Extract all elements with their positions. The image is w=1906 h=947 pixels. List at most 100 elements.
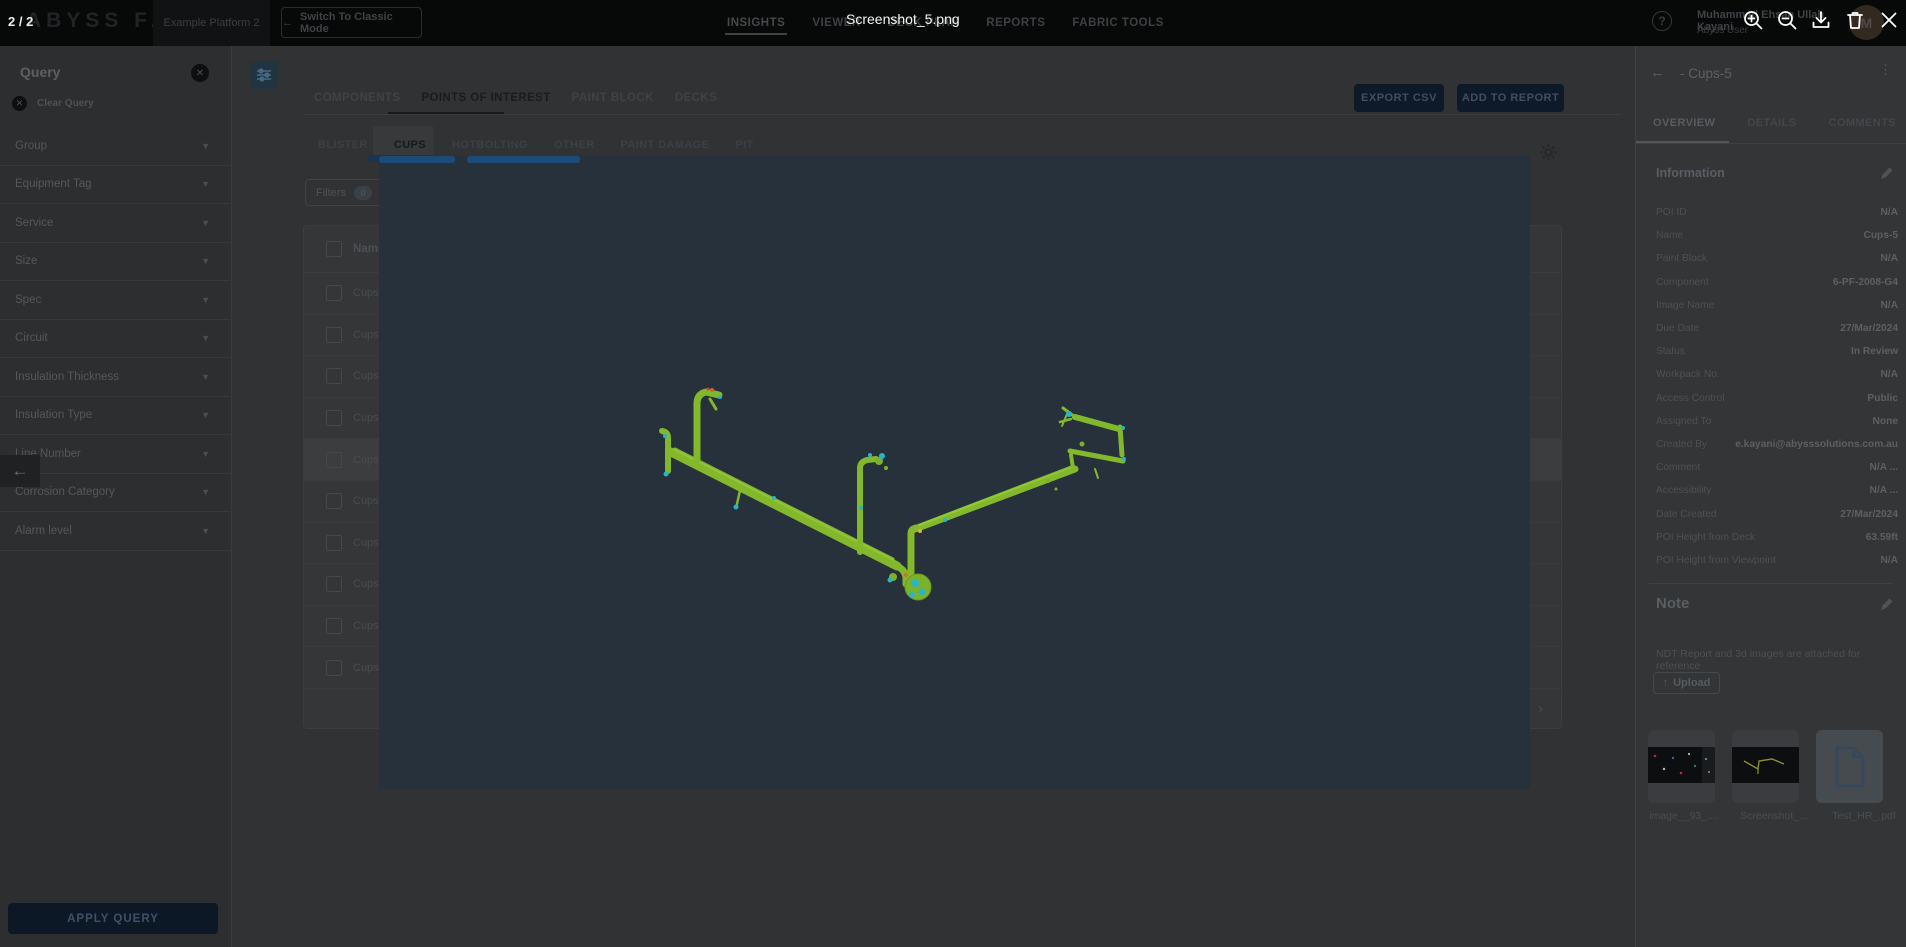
info-row: CommentN/A ... bbox=[1656, 456, 1898, 479]
row-checkbox[interactable] bbox=[326, 285, 342, 301]
tab-components[interactable]: COMPONENTS bbox=[314, 92, 400, 104]
close-query-icon[interactable]: ✕ bbox=[191, 64, 209, 82]
nav-tab-fabric-tools[interactable]: FABRIC TOOLS bbox=[1070, 2, 1165, 44]
subtab-blister[interactable]: BLISTER bbox=[318, 139, 368, 151]
information-section-title: Information bbox=[1656, 166, 1725, 180]
attachment-image-card[interactable] bbox=[1648, 730, 1715, 803]
row-checkbox[interactable] bbox=[326, 618, 342, 634]
attachment-label: Test_HR_.pdf bbox=[1822, 810, 1906, 822]
tab-comments[interactable]: COMMENTS bbox=[1829, 117, 1896, 129]
filter-alarm-level[interactable]: Alarm level▼ bbox=[0, 512, 232, 551]
collapse-sidebar-button[interactable]: ← bbox=[0, 455, 40, 487]
download-icon[interactable] bbox=[1809, 8, 1833, 32]
tabs-divider bbox=[303, 114, 1622, 115]
row-checkbox[interactable] bbox=[326, 452, 342, 468]
chevron-down-icon: ▼ bbox=[201, 295, 210, 305]
query-panel-title: Query bbox=[20, 64, 60, 80]
edit-pencil-icon[interactable] bbox=[1880, 166, 1894, 180]
panel-back-arrow-icon[interactable]: ← bbox=[1650, 64, 1665, 81]
subtab-cups[interactable]: CUPS bbox=[394, 139, 426, 151]
zoom-in-icon[interactable] bbox=[1741, 8, 1765, 32]
image-content-blue-bar bbox=[467, 156, 580, 163]
tab-details[interactable]: DETAILS bbox=[1747, 117, 1796, 129]
apply-query-button[interactable]: APPLY QUERY bbox=[8, 903, 218, 934]
chevron-down-icon: ▼ bbox=[201, 179, 210, 189]
filter-spec[interactable]: Spec▼ bbox=[0, 281, 232, 320]
info-row: Created Bye.kayani@abysssolutions.com.au bbox=[1656, 433, 1898, 456]
subtab-hotbolting[interactable]: HOTBOLTING bbox=[452, 139, 528, 151]
filters-count-badge: 0 bbox=[354, 186, 372, 200]
chevron-down-icon: ▼ bbox=[201, 372, 210, 382]
image-content-blue-bar bbox=[379, 156, 455, 163]
attachment-label: image__93_.... bbox=[1642, 810, 1726, 822]
filter-insulation-type[interactable]: Insulation Type▼ bbox=[0, 397, 232, 436]
query-sidebar: Query ✕ ✕ Clear Query Group▼ Equipment T… bbox=[0, 46, 232, 947]
row-checkbox[interactable] bbox=[326, 410, 342, 426]
attachment-image-card[interactable] bbox=[1732, 730, 1799, 803]
info-row: Date Created27/Mar/2024 bbox=[1656, 502, 1898, 525]
info-row: Paint BlockN/A bbox=[1656, 247, 1898, 270]
info-row: POI IDN/A bbox=[1656, 201, 1898, 224]
lightbox-toolbar bbox=[1741, 8, 1901, 32]
switch-classic-mode-button[interactable]: ← Switch To Classic Mode bbox=[281, 7, 422, 38]
tab-paint-block[interactable]: PAINT BLOCK bbox=[572, 92, 654, 104]
info-row: Assigned ToNone bbox=[1656, 410, 1898, 433]
more-options-icon[interactable]: ⋮ bbox=[1879, 62, 1892, 78]
attachment-thumbnail bbox=[1648, 747, 1715, 783]
filter-size[interactable]: Size▼ bbox=[0, 243, 232, 282]
row-checkbox[interactable] bbox=[326, 368, 342, 384]
clear-icon: ✕ bbox=[12, 96, 27, 111]
chevron-down-icon: ▼ bbox=[201, 141, 210, 151]
export-csv-button[interactable]: EXPORT CSV bbox=[1354, 84, 1444, 112]
subtab-other[interactable]: OTHER bbox=[554, 139, 595, 151]
row-checkbox[interactable] bbox=[326, 660, 342, 676]
tab-overview[interactable]: OVERVIEW bbox=[1653, 117, 1715, 129]
subtab-paint-damage[interactable]: PAINT DAMAGE bbox=[620, 139, 709, 151]
delete-trash-icon[interactable] bbox=[1843, 8, 1867, 32]
row-checkbox[interactable] bbox=[326, 576, 342, 592]
attachment-list bbox=[1648, 730, 1883, 803]
chevron-down-icon: ▼ bbox=[201, 410, 210, 420]
table-settings-gear-icon[interactable] bbox=[1540, 144, 1557, 166]
attachment-labels: image__93_.... Screenshot_... Test_HR_.p… bbox=[1636, 810, 1906, 822]
edit-pencil-icon[interactable] bbox=[1880, 597, 1894, 611]
row-checkbox[interactable] bbox=[326, 493, 342, 509]
note-section-title: Note bbox=[1656, 595, 1689, 612]
upload-arrow-icon: ↑ bbox=[1663, 677, 1669, 689]
info-row: AccessibilityN/A ... bbox=[1656, 479, 1898, 502]
next-page-chevron[interactable]: › bbox=[1538, 700, 1543, 717]
select-all-checkbox[interactable] bbox=[326, 241, 342, 257]
help-icon[interactable]: ? bbox=[1652, 11, 1672, 31]
detail-tabs: OVERVIEW DETAILS COMMENTS bbox=[1653, 117, 1896, 129]
row-checkbox[interactable] bbox=[326, 327, 342, 343]
close-icon[interactable] bbox=[1877, 8, 1901, 32]
app-screen: ABYSS FABRIC Example Platform 2 ← Switch… bbox=[0, 0, 1906, 947]
chevron-down-icon: ▼ bbox=[201, 333, 210, 343]
filter-group[interactable]: Group▼ bbox=[0, 127, 232, 166]
subtab-pit[interactable]: PIT bbox=[735, 139, 753, 151]
content-tabs: COMPONENTS POINTS OF INTEREST PAINT BLOC… bbox=[314, 84, 717, 112]
poi-detail-panel: ← - Cups-5 ⋮ OVERVIEW DETAILS COMMENTS I… bbox=[1635, 46, 1906, 947]
chevron-down-icon: ▼ bbox=[201, 526, 210, 536]
attachment-label: Screenshot_... bbox=[1732, 810, 1816, 822]
nav-tab-insights[interactable]: INSIGHTS bbox=[725, 2, 787, 44]
add-to-report-button[interactable]: ADD TO REPORT bbox=[1457, 84, 1564, 112]
upload-button[interactable]: ↑ Upload bbox=[1653, 672, 1720, 694]
attachment-pdf-card[interactable] bbox=[1816, 730, 1883, 803]
filter-circuit[interactable]: Circuit▼ bbox=[0, 320, 232, 359]
zoom-out-icon[interactable] bbox=[1775, 8, 1799, 32]
information-fields: POI IDN/A NameCups-5 Paint BlockN/A Comp… bbox=[1656, 201, 1898, 572]
row-checkbox[interactable] bbox=[326, 535, 342, 551]
filter-equipment-tag[interactable]: Equipment Tag▼ bbox=[0, 166, 232, 205]
filter-panel-toggle-button[interactable] bbox=[250, 61, 278, 89]
tab-decks[interactable]: DECKS bbox=[675, 92, 717, 104]
tab-points-of-interest[interactable]: POINTS OF INTEREST bbox=[421, 92, 550, 104]
nav-tab-reports[interactable]: REPORTS bbox=[984, 2, 1047, 44]
lightbox-image-view[interactable] bbox=[379, 156, 1530, 789]
info-row: StatusIn Review bbox=[1656, 340, 1898, 363]
clear-query-button[interactable]: ✕ Clear Query bbox=[12, 96, 94, 111]
info-row: POI Height from Deck63.59ft bbox=[1656, 526, 1898, 549]
platform-selector[interactable]: Example Platform 2 bbox=[153, 0, 270, 46]
filter-insulation-thickness[interactable]: Insulation Thickness▼ bbox=[0, 358, 232, 397]
filter-service[interactable]: Service▼ bbox=[0, 204, 232, 243]
